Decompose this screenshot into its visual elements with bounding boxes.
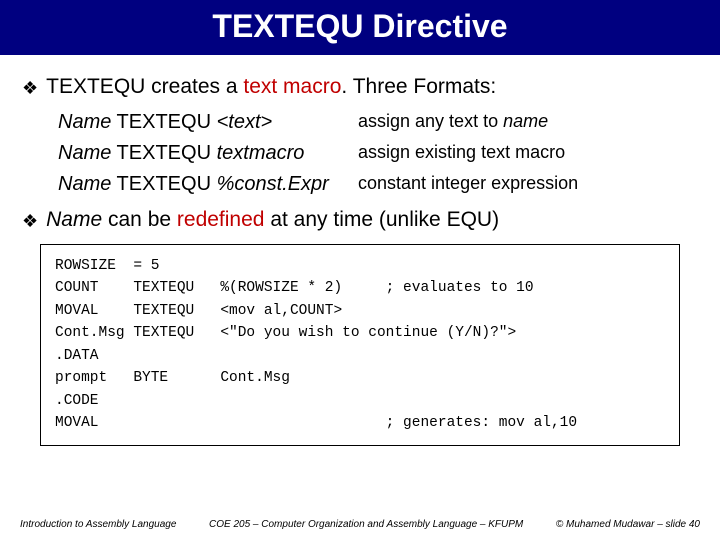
format-desc-pre: assign existing text macro [358,142,565,162]
bullet-1-post: . Three Formats: [341,75,496,98]
footer-mid: COE 205 – Computer Organization and Asse… [176,519,555,530]
slide-title: TEXTEQU Directive [0,0,720,55]
bullet-1: ❖ TEXTEQU creates a text macro. Three Fo… [22,75,698,101]
format-arg: <text> [217,111,273,133]
format-desc: constant integer expression [358,173,578,196]
format-desc-pre: constant integer expression [358,173,578,193]
format-kw: TEXTEQU [111,142,216,164]
bullet-icon: ❖ [22,75,38,101]
bullet-1-red: text macro [243,75,341,98]
format-name: Name [58,142,111,164]
slide: TEXTEQU Directive ❖ TEXTEQU creates a te… [0,0,720,540]
slide-body: ❖ TEXTEQU creates a text macro. Three Fo… [0,55,720,446]
format-arg: %const.Expr [217,173,329,195]
format-desc-pre: assign any text to [358,111,503,131]
format-row: Name TEXTEQU textmacro assign existing t… [58,142,698,165]
format-row: Name TEXTEQU <text> assign any text to n… [58,111,698,134]
format-left: Name TEXTEQU <text> [58,111,358,134]
format-left: Name TEXTEQU textmacro [58,142,358,165]
bullet-1-text: TEXTEQU creates a text macro. Three Form… [46,75,496,99]
bullet-icon: ❖ [22,208,38,234]
format-kw: TEXTEQU [111,111,216,133]
bullet-1-pre: TEXTEQU creates a [46,75,243,98]
format-desc-em: name [503,111,548,131]
format-name: Name [58,173,111,195]
format-left: Name TEXTEQU %const.Expr [58,173,358,196]
bullet-2-text: Name can be redefined at any time (unlik… [46,208,499,232]
format-desc: assign any text to name [358,111,548,134]
format-list: Name TEXTEQU <text> assign any text to n… [58,111,698,196]
format-arg: textmacro [217,142,305,164]
code-block: ROWSIZE = 5 COUNT TEXTEQU %(ROWSIZE * 2)… [40,244,680,446]
format-kw: TEXTEQU [111,173,216,195]
bullet-2-mid: can be [102,208,177,231]
bullet-2-red: redefined [177,208,265,231]
bullet-2-em: Name [46,208,102,231]
footer-right: © Muhamed Mudawar – slide 40 [556,519,700,530]
footer-left: Introduction to Assembly Language [20,519,176,530]
footer: Introduction to Assembly Language COE 20… [0,519,720,530]
format-row: Name TEXTEQU %const.Expr constant intege… [58,173,698,196]
format-desc: assign existing text macro [358,142,565,165]
bullet-2: ❖ Name can be redefined at any time (unl… [22,208,698,234]
bullet-2-post: at any time (unlike EQU) [264,208,499,231]
format-name: Name [58,111,111,133]
